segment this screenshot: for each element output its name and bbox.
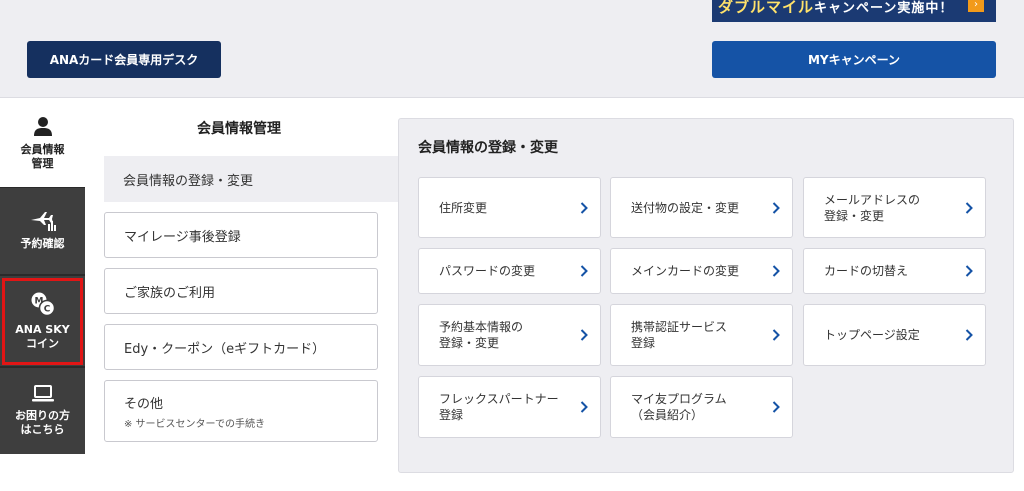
tile-mobile-auth[interactable]: 携帯認証サービス 登録 bbox=[610, 304, 793, 366]
panel-title: 会員情報の登録・変更 bbox=[418, 140, 558, 156]
my-campaign-button[interactable]: MYキャンペーン bbox=[712, 41, 996, 78]
sidebar-item-label: お困りの方 はこちら bbox=[15, 409, 70, 436]
person-icon bbox=[33, 117, 52, 136]
tile-flex-partner[interactable]: フレックスパートナー 登録 bbox=[418, 376, 601, 438]
submenu-item-label: Edy・クーポン（eギフトカード） bbox=[124, 341, 326, 357]
submenu-item-label: その他 bbox=[124, 396, 164, 412]
tile-friend-program[interactable]: マイ友プログラム （会員紹介） bbox=[610, 376, 793, 438]
submenu-item-label: マイレージ事後登録 bbox=[124, 229, 241, 245]
chevron-right-icon bbox=[772, 401, 780, 413]
submenu-item-other[interactable]: その他 ※ サービスセンターでの手続き bbox=[104, 380, 378, 442]
submenu-item-member-registration[interactable]: 会員情報の登録・変更 bbox=[104, 156, 400, 202]
laptop-icon bbox=[31, 385, 54, 402]
chevron-right-icon bbox=[772, 201, 780, 214]
sidebar-item-label: 会員情報 管理 bbox=[20, 143, 65, 170]
submenu-item-label: 会員情報の登録・変更 bbox=[123, 173, 254, 189]
submenu-item-edy-coupon[interactable]: Edy・クーポン（eギフトカード） bbox=[104, 324, 378, 370]
submenu-title: 会員情報管理 bbox=[197, 121, 281, 137]
coin-icon: M C bbox=[31, 292, 55, 317]
chevron-right-icon bbox=[965, 201, 973, 214]
chevron-right-icon bbox=[965, 265, 973, 277]
tile-top-page-settings[interactable]: トップページ設定 bbox=[803, 304, 986, 366]
sidebar-item-booking[interactable]: 予約確認 bbox=[0, 188, 85, 274]
tile-booking-info[interactable]: 予約基本情報の 登録・変更 bbox=[418, 304, 601, 366]
sidebar-item-label: 予約確認 bbox=[20, 237, 65, 250]
chevron-right-icon bbox=[772, 265, 780, 277]
tile-card-switch[interactable]: カードの切替え bbox=[803, 248, 986, 294]
chevron-right-icon bbox=[580, 265, 588, 277]
chevron-right-icon bbox=[772, 329, 780, 341]
banner-text-main: キャンペーン実施中！ bbox=[814, 1, 954, 16]
banner-text-highlight: ダブルマイル bbox=[718, 0, 815, 16]
tile-password-change[interactable]: パスワードの変更 bbox=[418, 248, 601, 294]
chevron-right-icon bbox=[580, 329, 588, 341]
tile-main-card-change[interactable]: メインカードの変更 bbox=[610, 248, 793, 294]
sidebar-item-help[interactable]: お困りの方 はこちら bbox=[0, 368, 85, 454]
chevron-right-icon bbox=[965, 329, 973, 341]
ana-card-desk-button[interactable]: ANAカード会員専用デスク bbox=[27, 41, 221, 78]
sidebar-item-member-info[interactable]: 会員情報 管理 bbox=[0, 99, 85, 187]
tile-email-registration[interactable]: メールアドレスの 登録・変更 bbox=[803, 177, 986, 238]
airplane-icon bbox=[30, 212, 56, 231]
submenu-item-label: ご家族のご利用 bbox=[124, 285, 216, 301]
campaign-banner[interactable]: ダブルマイルキャンペーン実施中！ › bbox=[712, 0, 996, 22]
submenu-item-mileage-post-registration[interactable]: マイレージ事後登録 bbox=[104, 212, 378, 258]
sidebar-item-label: ANA SKY コイン bbox=[15, 323, 70, 350]
tile-mail-settings[interactable]: 送付物の設定・変更 bbox=[610, 177, 793, 238]
chevron-right-icon bbox=[580, 201, 588, 214]
banner-text: ダブルマイルキャンペーン実施中！ bbox=[718, 0, 953, 17]
sidebar-item-sky-coin[interactable]: M C ANA SKY コイン bbox=[0, 276, 85, 366]
svg-text:C: C bbox=[43, 305, 50, 315]
submenu-item-note: ※ サービスセンターでの手続き bbox=[124, 418, 265, 430]
submenu-item-family[interactable]: ご家族のご利用 bbox=[104, 268, 378, 314]
chevron-right-icon bbox=[580, 401, 588, 413]
tile-address-change[interactable]: 住所変更 bbox=[418, 177, 601, 238]
chevron-right-icon: › bbox=[968, 0, 984, 12]
